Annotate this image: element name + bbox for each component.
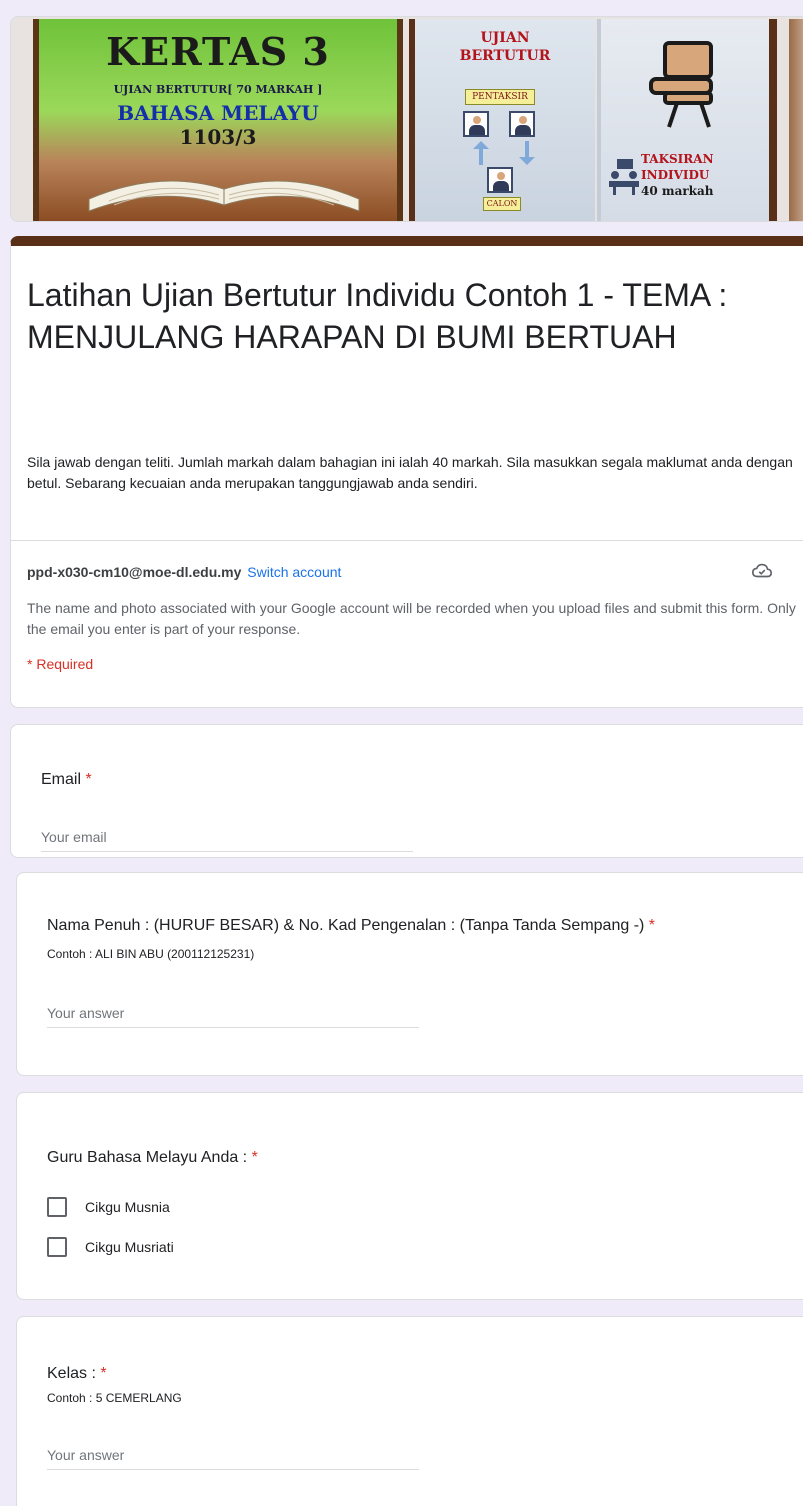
banner-ujian-text: UJIAN BERTUTUR bbox=[459, 30, 551, 64]
switch-account-link[interactable]: Switch account bbox=[247, 564, 341, 580]
checkbox[interactable] bbox=[47, 1237, 67, 1257]
banner-subtitle: UJIAN BERTUTUR[ 70 MARKAH ] bbox=[113, 83, 323, 96]
meeting-icon bbox=[609, 159, 639, 195]
name-input[interactable]: Your answer bbox=[47, 1005, 419, 1028]
divider bbox=[11, 540, 803, 541]
form-title: Latihan Ujian Bertutur Individu Contoh 1… bbox=[27, 277, 728, 355]
account-notice: The name and photo associated with your … bbox=[27, 600, 796, 637]
banner-subject: BAHASA MELAYU bbox=[117, 101, 319, 125]
account-row: ppd-x030-cm10@moe-dl.edu.my Switch accou… bbox=[27, 564, 787, 580]
examiner-icon bbox=[509, 111, 535, 137]
kelas-input[interactable]: Your answer bbox=[47, 1447, 419, 1470]
checkbox[interactable] bbox=[47, 1197, 67, 1217]
open-book-icon bbox=[88, 180, 360, 212]
banner-edge-decoration bbox=[789, 19, 803, 221]
cloud-saved-icon[interactable] bbox=[751, 560, 773, 582]
form-header-card: Latihan Ujian Bertutur Individu Contoh 1… bbox=[10, 236, 803, 708]
arrows-icon bbox=[473, 141, 535, 165]
question-title: Kelas : * bbox=[47, 1365, 107, 1382]
banner-kertas-panel: KERTAS 3 UJIAN BERTUTUR[ 70 MARKAH ] BAH… bbox=[33, 19, 403, 221]
question-card-name: Nama Penuh : (HURUF BESAR) & No. Kad Pen… bbox=[16, 872, 803, 1076]
pentaksir-label: PENTAKSIR bbox=[465, 89, 535, 105]
required-legend: * Required bbox=[27, 656, 94, 672]
question-title: Guru Bahasa Melayu Anda : * bbox=[47, 1149, 258, 1166]
header-banner: KERTAS 3 UJIAN BERTUTUR[ 70 MARKAH ] BAH… bbox=[10, 16, 803, 222]
question-card-email: Email * Your email bbox=[10, 724, 803, 858]
question-card-kelas: Kelas : * Contoh : 5 CEMERLANG Your answ… bbox=[16, 1316, 803, 1506]
question-help-text: Contoh : ALI BIN ABU (200112125231) bbox=[47, 947, 255, 961]
account-email: ppd-x030-cm10@moe-dl.edu.my bbox=[27, 564, 242, 580]
banner-ujian-panel: UJIAN BERTUTUR PENTAKSIR CALON bbox=[409, 19, 595, 221]
examiner-icon bbox=[463, 111, 489, 137]
candidate-icon bbox=[487, 167, 513, 193]
question-card-teacher: Guru Bahasa Melayu Anda : * Cikgu Musnia… bbox=[16, 1092, 803, 1300]
banner-code: 1103/3 bbox=[179, 125, 257, 149]
question-title: Email * bbox=[41, 771, 92, 788]
desk-chair-icon bbox=[649, 41, 713, 128]
taksiran-text: TAKSIRAN INDIVIDU 40 markah bbox=[641, 152, 714, 198]
checkbox-option[interactable]: Cikgu Musriati bbox=[47, 1237, 174, 1257]
email-input[interactable]: Your email bbox=[41, 829, 413, 852]
checkbox-option[interactable]: Cikgu Musnia bbox=[47, 1197, 170, 1217]
banner-title: KERTAS 3 bbox=[106, 29, 330, 74]
question-title: Nama Penuh : (HURUF BESAR) & No. Kad Pen… bbox=[47, 917, 656, 934]
calon-label: CALON bbox=[483, 197, 521, 211]
banner-taksiran-panel: TAKSIRAN INDIVIDU 40 markah bbox=[597, 19, 777, 221]
form-description: Sila jawab dengan teliti. Jumlah markah … bbox=[27, 454, 793, 491]
question-help-text: Contoh : 5 CEMERLANG bbox=[47, 1391, 182, 1405]
